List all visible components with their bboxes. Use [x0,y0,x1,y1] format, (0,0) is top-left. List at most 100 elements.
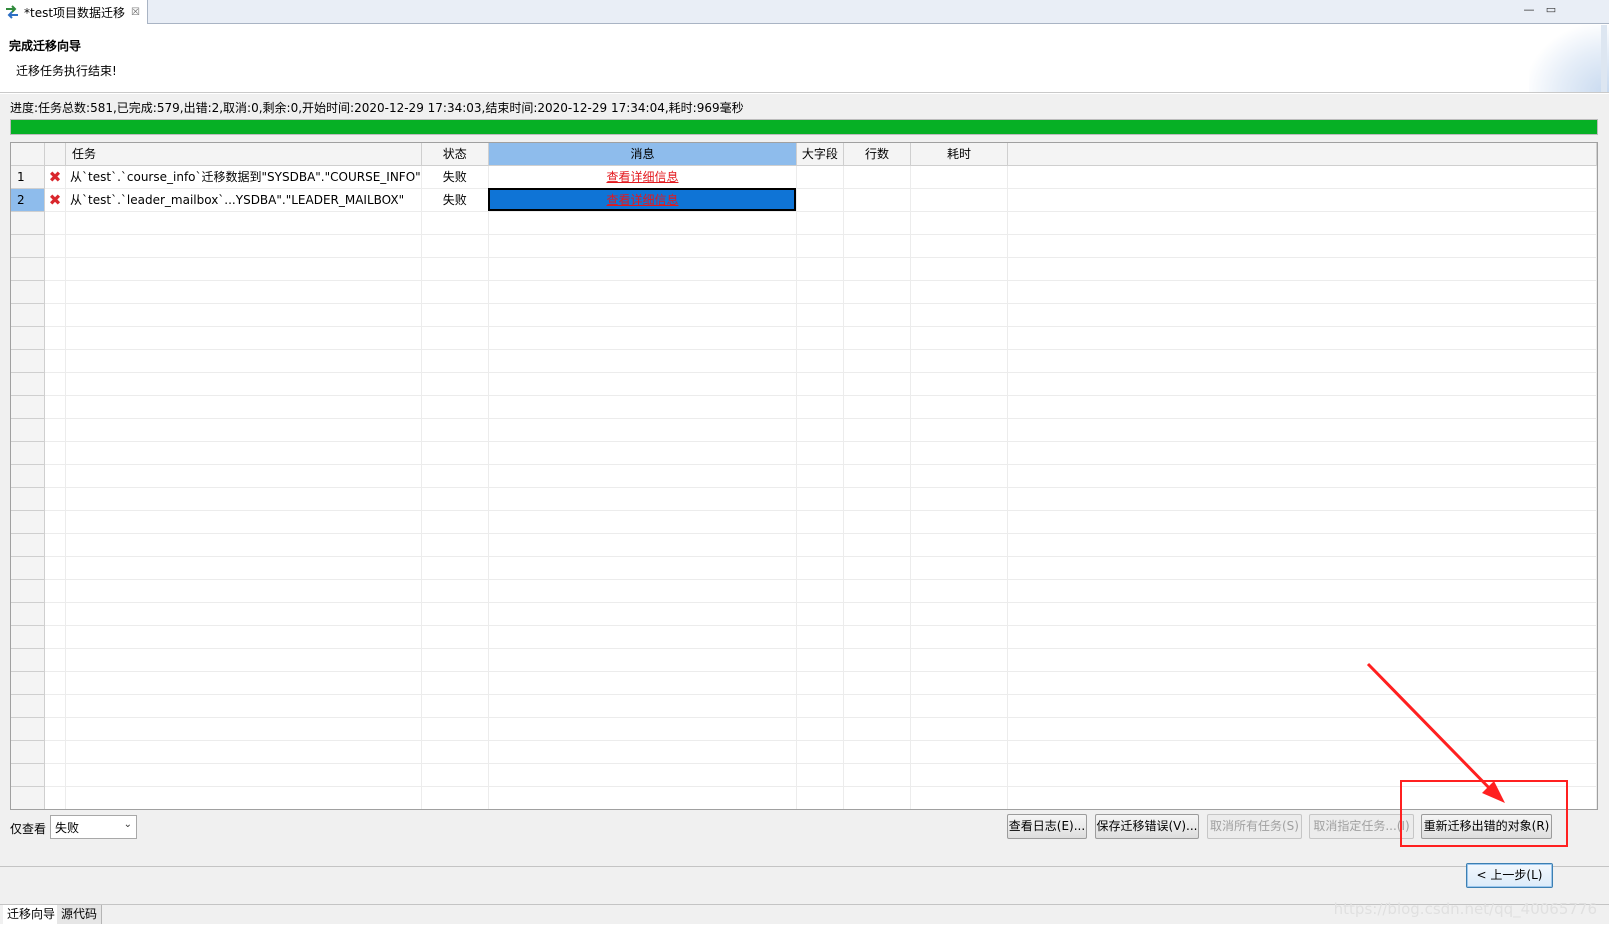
empty-cell [421,556,489,580]
empty-cell [796,740,844,764]
task-cell: 从`test`.`course_info`迁移数据到"SYSDBA"."COUR… [65,165,422,189]
empty-cell [796,533,844,557]
column-header-rows[interactable]: 行数 [843,143,912,166]
view-log-button[interactable]: 查看日志(E)... [1007,814,1087,839]
empty-cell [11,395,46,419]
lob-cell [796,188,844,212]
empty-cell [910,257,1008,281]
empty-cell [488,234,797,258]
empty-cell [843,326,912,350]
error-x-icon: ✖ [48,190,62,209]
annotation-box [1400,780,1568,847]
empty-cell [44,625,67,649]
empty-cell [910,211,1008,235]
empty-cell [44,740,67,764]
column-header-message[interactable]: 消息 [488,143,797,166]
empty-cell [421,671,489,695]
minimize-icon[interactable]: — [1522,3,1536,17]
back-button[interactable]: < 上一步(L) [1466,863,1553,888]
empty-cell [65,717,422,741]
empty-cell [421,579,489,603]
empty-cell [11,211,46,235]
wizard-description: 迁移任务执行结束! [16,64,117,78]
save-errors-button[interactable]: 保存迁移错误(V)... [1095,814,1199,839]
status-cell: 失败 [421,188,489,212]
empty-cell [488,786,797,809]
empty-cell [11,303,46,327]
empty-cell [65,786,422,809]
column-header-time[interactable]: 耗时 [910,143,1008,166]
empty-cell [910,234,1008,258]
empty-cell [44,648,67,672]
empty-row [11,671,1597,695]
column-header-lob[interactable]: 大字段 [796,143,844,166]
empty-cell [44,464,67,488]
empty-cell [488,395,797,419]
empty-row [11,625,1597,649]
editor-tab[interactable]: *test项目数据迁移 ☒ [0,0,148,24]
tab-migration-wizard[interactable]: 迁移向导 [3,905,61,925]
empty-cell [910,487,1008,511]
empty-cell [488,694,797,718]
empty-cell [11,556,46,580]
empty-cell [421,349,489,373]
empty-cell [1007,717,1597,741]
empty-cell [843,211,912,235]
empty-cell [11,671,46,695]
empty-cell [910,395,1008,419]
empty-cell [65,579,422,603]
empty-cell [421,326,489,350]
empty-row [11,510,1597,534]
view-details-link[interactable]: 查看详细信息 [606,170,678,184]
view-details-link[interactable]: 查看详细信息 [606,193,678,207]
table-row[interactable]: 1 ✖ 从`test`.`course_info`迁移数据到"SYSDBA"."… [11,165,1597,189]
message-cell-selected: 查看详细信息 [488,188,797,212]
empty-cell [44,786,67,809]
filler-cell [1007,165,1597,189]
filter-dropdown[interactable]: 失败 ⌄ [50,815,137,839]
empty-cell [421,786,489,809]
empty-cell [65,303,422,327]
column-header-task[interactable]: 任务 [65,143,422,166]
empty-cell [843,602,912,626]
empty-cell [1007,625,1597,649]
empty-cell [65,464,422,488]
header-decoration [1529,25,1609,92]
empty-cell [488,556,797,580]
table-row-selected[interactable]: 2 ✖ 从`test`.`leader_mailbox`...YSDBA"."L… [11,188,1597,212]
empty-cell [65,234,422,258]
column-header-filler [1007,143,1597,166]
empty-row [11,441,1597,465]
empty-cell [65,556,422,580]
empty-cell [1007,395,1597,419]
empty-cell [843,694,912,718]
empty-cell [11,625,46,649]
empty-cell [843,395,912,419]
empty-cell [65,211,422,235]
empty-cell [910,372,1008,396]
empty-cell [1007,556,1597,580]
empty-cell [421,257,489,281]
empty-cell [421,234,489,258]
empty-cell [796,326,844,350]
progress-bar-fill [11,120,1597,134]
empty-cell [421,625,489,649]
empty-cell [1007,579,1597,603]
task-table[interactable]: 任务 状态 消息 大字段 行数 耗时 1 ✖ 从`test`.`course_i… [10,142,1598,810]
empty-cell [44,579,67,603]
cancel-all-button[interactable]: 取消所有任务(S) [1207,814,1302,839]
empty-cell [843,441,912,465]
empty-cell [65,648,422,672]
empty-row [11,349,1597,373]
empty-cell [488,717,797,741]
empty-cell [421,464,489,488]
empty-cell [910,533,1008,557]
cancel-selected-button[interactable]: 取消指定任务...(I) [1309,814,1414,839]
filter-value: 失败 [55,820,80,835]
tab-source-code[interactable]: 源代码 [57,905,103,925]
empty-cell [65,280,422,304]
empty-cell [796,717,844,741]
maximize-icon[interactable]: ▭ [1544,3,1558,17]
close-tab-icon[interactable]: ☒ [131,7,140,18]
column-header-status[interactable]: 状态 [421,143,489,166]
